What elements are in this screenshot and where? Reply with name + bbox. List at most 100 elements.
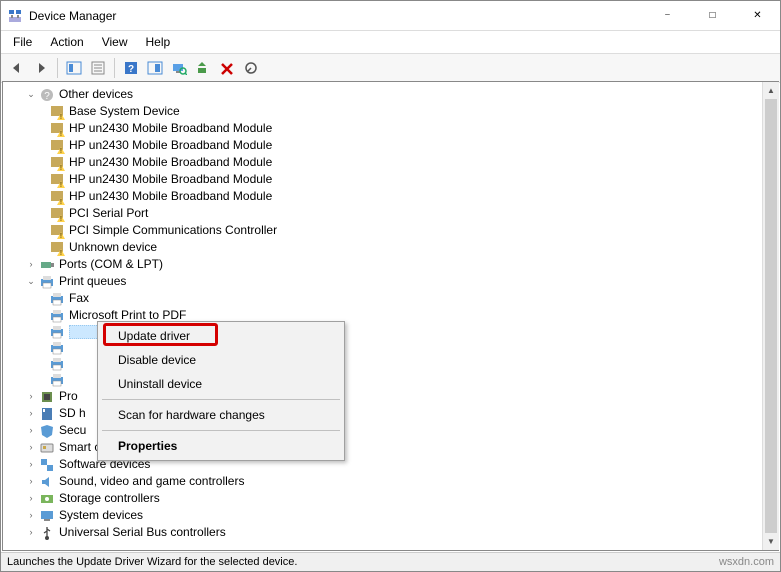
warning-device-icon: ! bbox=[49, 172, 65, 188]
disable-button[interactable] bbox=[239, 57, 263, 79]
expander-icon[interactable]: › bbox=[25, 476, 37, 488]
svg-text:!: ! bbox=[60, 216, 62, 222]
tree-node-storage[interactable]: ›Storage controllers bbox=[5, 490, 776, 507]
tree-node-ports[interactable]: › Ports (COM & LPT) bbox=[5, 256, 776, 273]
status-text: Launches the Update Driver Wizard for th… bbox=[7, 556, 297, 568]
close-button[interactable]: ✕ bbox=[735, 1, 780, 31]
storage-icon bbox=[39, 491, 55, 507]
node-label: SD h bbox=[59, 405, 86, 422]
expander-icon[interactable]: › bbox=[25, 527, 37, 539]
scan-hardware-button[interactable] bbox=[167, 57, 191, 79]
node-label: HP un2430 Mobile Broadband Module bbox=[69, 154, 272, 171]
svg-text:!: ! bbox=[60, 114, 62, 120]
expander-icon[interactable]: › bbox=[25, 425, 37, 437]
tree-node-system[interactable]: › System devices bbox=[5, 507, 776, 524]
forward-button[interactable] bbox=[29, 57, 53, 79]
smart-card-icon bbox=[39, 440, 55, 456]
vertical-scrollbar[interactable]: ▲ ▼ bbox=[762, 82, 779, 550]
tree-node-sound[interactable]: ›Sound, video and game controllers bbox=[5, 473, 776, 490]
maximize-button[interactable]: □ bbox=[690, 1, 735, 31]
tree-node-fax[interactable]: Fax bbox=[5, 290, 776, 307]
cm-properties[interactable]: Properties bbox=[100, 434, 342, 458]
cm-scan-hardware[interactable]: Scan for hardware changes bbox=[100, 403, 342, 427]
cm-disable-device[interactable]: Disable device bbox=[100, 348, 342, 372]
printer-icon bbox=[39, 274, 55, 290]
printer-icon bbox=[49, 324, 65, 340]
warning-device-icon: ! bbox=[49, 223, 65, 239]
node-label: Pro bbox=[59, 388, 78, 405]
tree-node-device[interactable]: ! Base System Device bbox=[5, 103, 776, 120]
scroll-thumb[interactable] bbox=[765, 99, 777, 533]
node-label: Universal Serial Bus controllers bbox=[59, 524, 226, 541]
svg-text:!: ! bbox=[60, 250, 62, 256]
warning-device-icon: ! bbox=[49, 189, 65, 205]
back-button[interactable] bbox=[5, 57, 29, 79]
expander-icon[interactable]: ⌄ bbox=[25, 276, 37, 288]
tree-node-device[interactable]: !HP un2430 Mobile Broadband Module bbox=[5, 120, 776, 137]
printer-icon bbox=[49, 308, 65, 324]
menu-view[interactable]: View bbox=[94, 33, 136, 51]
tree-node-other-devices[interactable]: ⌄ ? Other devices bbox=[5, 86, 776, 103]
expander-icon[interactable]: › bbox=[25, 442, 37, 454]
node-label: HP un2430 Mobile Broadband Module bbox=[69, 120, 272, 137]
action-button[interactable] bbox=[143, 57, 167, 79]
watermark: wsxdn.com bbox=[719, 556, 774, 568]
node-label: HP un2430 Mobile Broadband Module bbox=[69, 171, 272, 188]
tree-node-device[interactable]: !Unknown device bbox=[5, 239, 776, 256]
svg-text:!: ! bbox=[60, 199, 62, 205]
printer-icon bbox=[49, 340, 65, 356]
tree-node-device[interactable]: !HP un2430 Mobile Broadband Module bbox=[5, 188, 776, 205]
tree-node-usb[interactable]: › Universal Serial Bus controllers bbox=[5, 524, 776, 541]
svg-text:!: ! bbox=[60, 148, 62, 154]
separator bbox=[102, 430, 340, 431]
title-bar: Device Manager − □ ✕ bbox=[1, 1, 780, 31]
printer-icon bbox=[49, 356, 65, 372]
node-label: Ports (COM & LPT) bbox=[59, 256, 163, 273]
menu-file[interactable]: File bbox=[5, 33, 40, 51]
warning-device-icon: ! bbox=[49, 155, 65, 171]
minimize-button[interactable]: − bbox=[645, 1, 690, 31]
status-bar: Launches the Update Driver Wizard for th… bbox=[1, 552, 780, 571]
node-label: Fax bbox=[69, 290, 89, 307]
security-icon bbox=[39, 423, 55, 439]
svg-text:!: ! bbox=[60, 165, 62, 171]
scroll-up-button[interactable]: ▲ bbox=[763, 82, 779, 99]
window-controls: − □ ✕ bbox=[645, 1, 780, 31]
uninstall-button[interactable] bbox=[215, 57, 239, 79]
tree-node-device[interactable]: !HP un2430 Mobile Broadband Module bbox=[5, 137, 776, 154]
help-button[interactable]: ? bbox=[119, 57, 143, 79]
node-label: PCI Simple Communications Controller bbox=[69, 222, 277, 239]
expander-icon[interactable]: › bbox=[25, 493, 37, 505]
expander-icon[interactable]: › bbox=[25, 259, 37, 271]
node-label: System devices bbox=[59, 507, 143, 524]
expander-icon[interactable]: › bbox=[25, 510, 37, 522]
tree-node-device[interactable]: ! HP un2430 Mobile Broadband Module bbox=[5, 154, 776, 171]
tree-node-device[interactable]: ! PCI Serial Port bbox=[5, 205, 776, 222]
window-title: Device Manager bbox=[29, 9, 645, 23]
tree-node-print-queues[interactable]: ⌄ Print queues bbox=[5, 273, 776, 290]
properties-button[interactable] bbox=[86, 57, 110, 79]
expander-icon[interactable]: › bbox=[25, 459, 37, 471]
node-label: Other devices bbox=[59, 86, 133, 103]
scroll-down-button[interactable]: ▼ bbox=[763, 533, 779, 550]
node-label: PCI Serial Port bbox=[69, 205, 148, 222]
toolbar: ? bbox=[1, 54, 780, 83]
tree-node-device[interactable]: !PCI Simple Communications Controller bbox=[5, 222, 776, 239]
show-hide-tree-button[interactable] bbox=[62, 57, 86, 79]
cpu-icon bbox=[39, 389, 55, 405]
sd-icon bbox=[39, 406, 55, 422]
device-tree[interactable]: ⌄ ? Other devices !Base System Device !H… bbox=[2, 81, 779, 551]
cm-uninstall-device[interactable]: Uninstall device bbox=[100, 372, 342, 396]
update-driver-button[interactable] bbox=[191, 57, 215, 79]
expander-icon[interactable]: › bbox=[25, 408, 37, 420]
expander-icon[interactable]: ⌄ bbox=[25, 89, 37, 101]
expander-icon[interactable]: › bbox=[25, 391, 37, 403]
printer-icon bbox=[49, 372, 65, 388]
usb-icon bbox=[39, 525, 55, 541]
menu-action[interactable]: Action bbox=[42, 33, 91, 51]
menu-help[interactable]: Help bbox=[138, 33, 179, 51]
node-label: Base System Device bbox=[69, 103, 180, 120]
ports-icon bbox=[39, 257, 55, 273]
cm-update-driver[interactable]: Update driver bbox=[100, 324, 342, 348]
tree-node-device[interactable]: !HP un2430 Mobile Broadband Module bbox=[5, 171, 776, 188]
